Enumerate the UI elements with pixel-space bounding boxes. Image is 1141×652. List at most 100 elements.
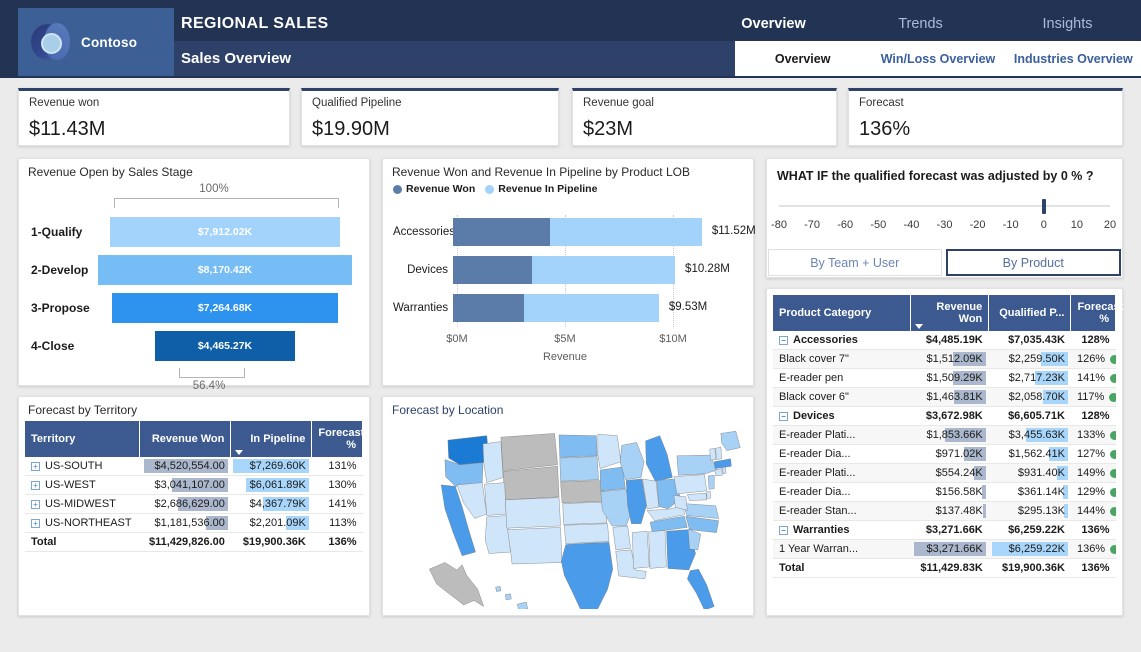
- stacked-bar-row[interactable]: Devices $10.28M: [393, 255, 748, 285]
- product-category-table[interactable]: Product Category Revenue Won Qualified P…: [773, 295, 1123, 578]
- funnel-bar[interactable]: $4,465.27K: [155, 331, 295, 361]
- map-state-wa[interactable]: [447, 435, 490, 465]
- funnel-row[interactable]: 3-Propose $7,264.68K: [19, 291, 369, 325]
- subtab-win-loss-overview[interactable]: Win/Loss Overview: [870, 52, 1005, 66]
- expand-toggle-icon[interactable]: +: [31, 480, 40, 490]
- map-state-va[interactable]: [683, 503, 719, 519]
- table-row[interactable]: Black cover 6" $1,463.81K $2,058.70K 117%: [773, 387, 1116, 407]
- map-panel[interactable]: Forecast by Location: [382, 396, 754, 616]
- table-row-group[interactable]: − Warranties $3,271.66K $6,259.22K 136%: [773, 520, 1116, 540]
- funnel-row[interactable]: 1-Qualify $7,912.02K: [19, 215, 369, 249]
- collapse-toggle-icon[interactable]: −: [779, 335, 788, 345]
- map-state-sc[interactable]: [687, 528, 701, 551]
- tab-insights[interactable]: Insights: [994, 16, 1141, 32]
- segment-revenue-won[interactable]: [453, 218, 550, 246]
- slider-handle[interactable]: [1041, 199, 1046, 214]
- slider-rail[interactable]: [779, 205, 1110, 207]
- map-state-id[interactable]: [482, 441, 504, 483]
- map-state-hi[interactable]: [517, 601, 528, 612]
- funnel-row[interactable]: 2-Develop $8,170.42K: [19, 253, 369, 287]
- table-row[interactable]: + US-MIDWEST $2,686,629.00 $4,367.79K 141%: [25, 494, 363, 514]
- map-state-wi[interactable]: [620, 442, 645, 480]
- map-state-ar[interactable]: [612, 525, 631, 551]
- segment-revenue-in-pipeline[interactable]: [532, 256, 676, 284]
- stacked-bar-row[interactable]: Accessories $11.52M: [393, 217, 756, 247]
- col-forecast-pct[interactable]: Forecast %: [311, 421, 364, 457]
- collapse-toggle-icon[interactable]: −: [779, 525, 788, 535]
- map-state-mi[interactable]: [645, 435, 673, 482]
- map-state-nh[interactable]: [715, 446, 722, 460]
- by-product-button[interactable]: By Product: [945, 249, 1121, 276]
- map-state-tx[interactable]: [561, 542, 613, 615]
- kpi-card-qualified-pipeline[interactable]: Qualified Pipeline $19.90M: [301, 88, 559, 146]
- table-row-group[interactable]: − Accessories $4,485.19K $7,035.43K 128%: [773, 331, 1116, 350]
- funnel-bar[interactable]: $7,264.68K: [112, 293, 338, 323]
- map-state-ok[interactable]: [564, 523, 610, 545]
- kpi-card-revenue-won[interactable]: Revenue won $11.43M: [18, 88, 290, 146]
- table-row[interactable]: + US-NORTHEAST $1,181,536.00 $2,201.09K 113%: [25, 513, 363, 533]
- tab-overview[interactable]: Overview: [700, 16, 847, 32]
- view-mode-buttons[interactable]: By Team + User By Product: [767, 249, 1122, 276]
- map-svg[interactable]: [389, 419, 747, 615]
- funnel-chart-panel[interactable]: Revenue Open by Sales Stage 100% 1-Quali…: [18, 158, 370, 392]
- map-state-ri[interactable]: [722, 466, 727, 474]
- territory-table-panel[interactable]: Forecast by Territory Territory Revenue …: [18, 396, 370, 616]
- table-row[interactable]: E-reader Plati... $554.24K $931.40K 149%: [773, 463, 1116, 483]
- funnel-bar[interactable]: $7,912.02K: [109, 217, 341, 247]
- expand-toggle-icon[interactable]: +: [31, 518, 40, 528]
- stacked-bar-row[interactable]: Warranties $9.53M: [393, 293, 748, 323]
- funnel-row[interactable]: 4-Close $4,465.27K: [19, 329, 369, 363]
- col-forecast-pct[interactable]: Forecast %: [1070, 295, 1123, 331]
- table-row[interactable]: E-reader pen $1,509.29K $2,717.23K 141%: [773, 368, 1116, 388]
- map-state-sd[interactable]: [559, 456, 599, 482]
- secondary-nav-tabs[interactable]: Overview Win/Loss Overview Industries Ov…: [735, 41, 1141, 76]
- table-row[interactable]: + US-WEST $3,041,107.00 $6,061.89K 130%: [25, 475, 363, 495]
- table-row[interactable]: Black cover 7" $1,512.09K $2,259.50K 126%: [773, 349, 1116, 369]
- collapse-toggle-icon[interactable]: −: [779, 411, 788, 421]
- usa-choropleth-map[interactable]: [389, 419, 747, 615]
- map-state-me[interactable]: [720, 431, 741, 451]
- col-territory[interactable]: Territory: [25, 421, 141, 457]
- table-row[interactable]: E-reader Dia... $156.58K $361.14K 129%: [773, 482, 1116, 502]
- map-state-nd[interactable]: [558, 434, 598, 458]
- map-state-ms[interactable]: [631, 530, 650, 569]
- legend-item-revenue-in-pipeline[interactable]: Revenue In Pipeline: [485, 183, 597, 195]
- map-state-ks[interactable]: [562, 501, 607, 525]
- funnel-bar[interactable]: $8,170.42K: [97, 255, 353, 285]
- map-state-hi[interactable]: [495, 586, 502, 592]
- what-if-slider[interactable]: [779, 199, 1110, 214]
- by-team-user-button[interactable]: By Team + User: [768, 249, 942, 276]
- what-if-panel[interactable]: WHAT IF the qualified forecast was adjus…: [766, 158, 1123, 278]
- map-state-wy[interactable]: [502, 466, 560, 501]
- col-product-category[interactable]: Product Category: [773, 295, 911, 331]
- table-row-group[interactable]: − Devices $3,672.98K $6,605.71K 128%: [773, 406, 1116, 426]
- segment-revenue-in-pipeline[interactable]: [549, 218, 702, 246]
- map-state-pa[interactable]: [673, 474, 707, 495]
- primary-nav-tabs[interactable]: Overview Trends Insights: [700, 8, 1141, 40]
- table-row[interactable]: 1 Year Warran... $3,271.66K $6,259.22K 136%: [773, 539, 1116, 559]
- map-state-ct[interactable]: [714, 468, 723, 477]
- table-row[interactable]: E-reader Plati... $1,853.66K $3,455.63K 133…: [773, 425, 1116, 445]
- map-state-ia[interactable]: [599, 466, 626, 492]
- tab-trends[interactable]: Trends: [847, 16, 994, 32]
- kpi-card-revenue-goal[interactable]: Revenue goal $23M: [572, 88, 837, 146]
- col-qualified-pipeline[interactable]: Qualified P...: [988, 295, 1072, 331]
- col-in-pipeline[interactable]: In Pipeline: [230, 421, 313, 457]
- map-state-md[interactable]: [687, 492, 707, 501]
- map-state-nj[interactable]: [708, 475, 715, 490]
- col-revenue-won[interactable]: Revenue Won: [139, 421, 232, 457]
- table-row[interactable]: + US-SOUTH $4,520,554.00 $7,269.60K 131%: [25, 457, 363, 476]
- map-state-fl[interactable]: [687, 568, 715, 611]
- table-row[interactable]: E-reader Stan... $137.48K $295.13K 144%: [773, 501, 1116, 521]
- map-state-nm[interactable]: [507, 527, 563, 565]
- map-state-al[interactable]: [648, 530, 667, 569]
- map-state-mn[interactable]: [597, 433, 622, 469]
- segment-revenue-won[interactable]: [453, 294, 524, 322]
- expand-toggle-icon[interactable]: +: [31, 499, 40, 509]
- col-revenue-won[interactable]: Revenue Won: [910, 295, 990, 331]
- map-state-hi[interactable]: [505, 593, 512, 600]
- map-state-ut[interactable]: [484, 482, 507, 516]
- stacked-bar-legend[interactable]: Revenue Won Revenue In Pipeline: [383, 179, 753, 195]
- table-row[interactable]: E-reader Dia... $971.02K $1,562.41K 127%: [773, 444, 1116, 464]
- product-category-table-panel[interactable]: Product Category Revenue Won Qualified P…: [766, 288, 1123, 616]
